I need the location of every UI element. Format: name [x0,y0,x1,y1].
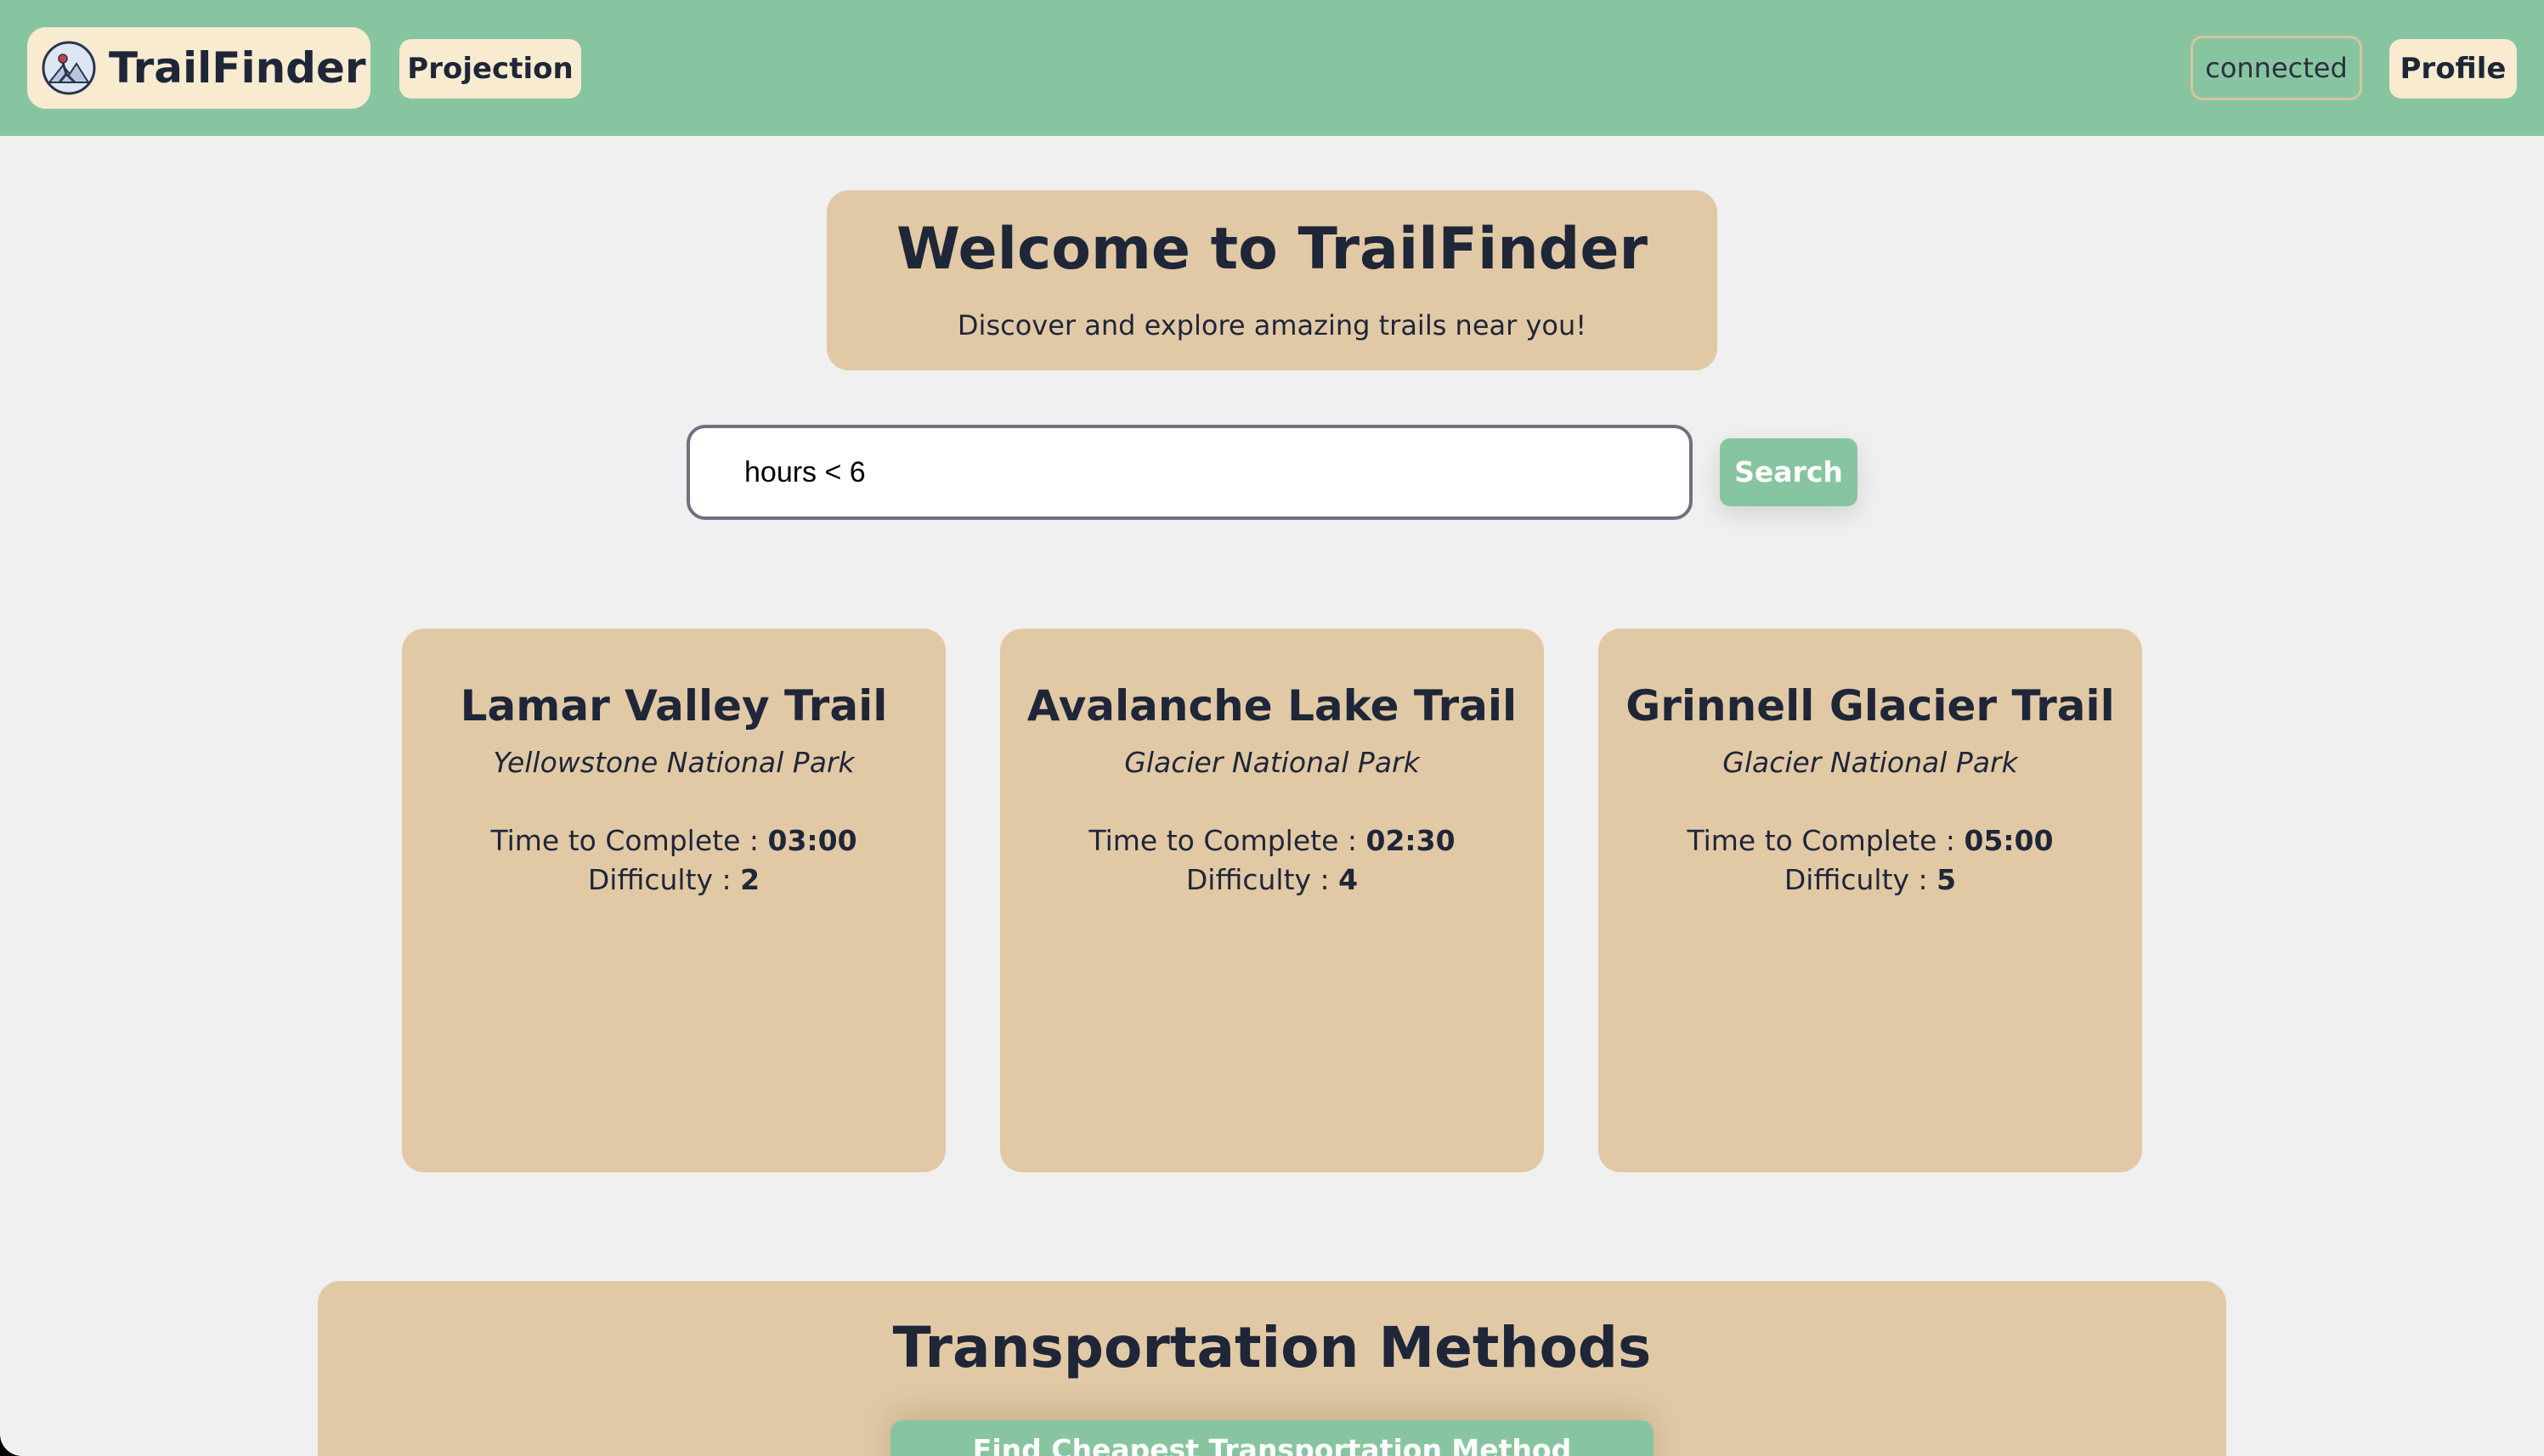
time-label: Time to Complete : [1088,824,1366,857]
projection-button[interactable]: Projection [399,39,581,99]
difficulty-label: Difficulty : [1784,863,1937,896]
transportation-section: Transportation Methods Find Cheapest Tra… [318,1281,2226,1456]
difficulty-label: Difficulty : [1185,863,1339,896]
trail-difficulty-row: Difficulty : 4 [1000,863,1544,896]
trail-time-row: Time to Complete : 03:00 [402,824,946,857]
trail-difficulty-value: 4 [1338,863,1359,896]
trail-card[interactable]: Lamar Valley Trail Yellowstone National … [402,629,946,1172]
trail-card[interactable]: Avalanche Lake Trail Glacier National Pa… [1000,629,1544,1172]
trail-difficulty-row: Difficulty : 5 [1598,863,2142,896]
welcome-title: Welcome to TrailFinder [896,216,1648,283]
trail-difficulty-value: 5 [1936,863,1957,896]
difficulty-label: Difficulty : [587,863,741,896]
trail-card[interactable]: Grinnell Glacier Trail Glacier National … [1598,629,2142,1172]
trail-time-value: 05:00 [1964,824,2054,857]
trail-difficulty-value: 2 [740,863,760,896]
trail-time-value: 03:00 [767,824,857,857]
search-button[interactable]: Search [1720,438,1857,506]
connection-status-badge: connected [2191,36,2362,100]
profile-button[interactable]: Profile [2389,39,2517,99]
search-input[interactable] [687,425,1693,520]
trail-park: Glacier National Park [1722,746,2018,779]
welcome-subtitle: Discover and explore amazing trails near… [957,309,1587,341]
app-window: TrailFinder Projection connected Profile… [0,0,2544,1456]
transportation-title: Transportation Methods [892,1315,1652,1380]
time-label: Time to Complete : [1687,824,1965,857]
home-logo-button[interactable]: TrailFinder [27,27,370,109]
trail-park: Glacier National Park [1124,746,1420,779]
top-navbar: TrailFinder Projection connected Profile [0,0,2544,136]
trail-name: Grinnell Glacier Trail [1625,681,2115,731]
trail-park: Yellowstone National Park [493,746,855,779]
trail-time-row: Time to Complete : 05:00 [1598,824,2142,857]
trail-time-row: Time to Complete : 02:30 [1000,824,1544,857]
time-label: Time to Complete : [490,824,768,857]
find-cheapest-transport-button[interactable]: Find Cheapest Transportation Method [890,1420,1654,1456]
trail-difficulty-row: Difficulty : 2 [402,863,946,896]
trail-name: Lamar Valley Trail [460,681,888,731]
trail-time-value: 02:30 [1365,824,1456,857]
trail-name: Avalanche Lake Trail [1026,681,1518,731]
app-logo-text: TrailFinder [109,43,366,93]
hiker-logo-icon [42,41,96,95]
welcome-banner: Welcome to TrailFinder Discover and expl… [827,190,1717,370]
